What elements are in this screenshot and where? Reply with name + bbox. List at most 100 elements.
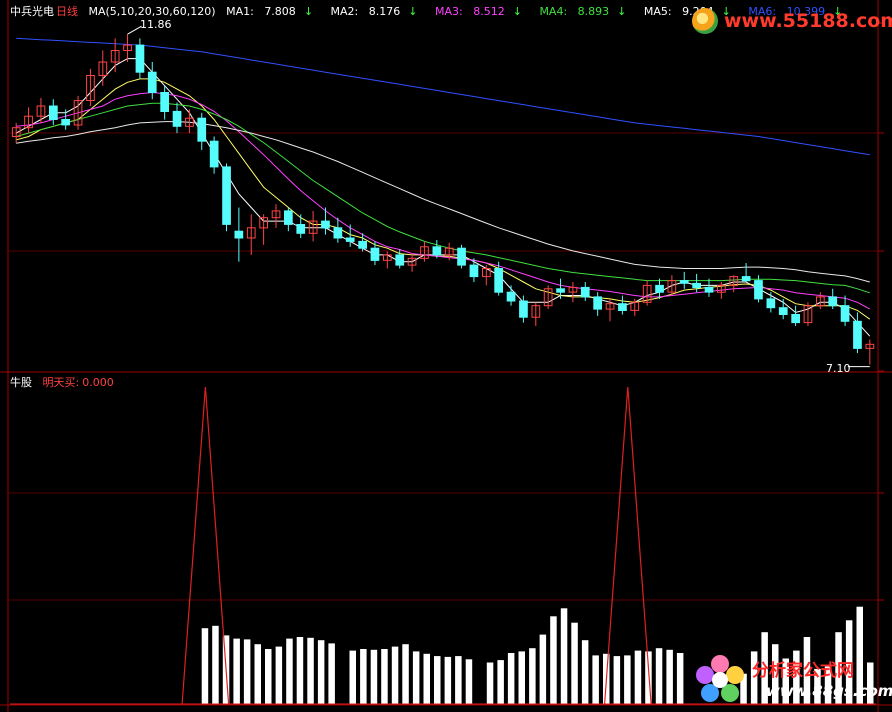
- candlestick-series: [11, 34, 875, 365]
- indicator-bar: [634, 650, 642, 704]
- ma3-value: 8.512: [473, 5, 505, 18]
- down-arrow-icon: ↓: [617, 5, 627, 18]
- candle: [308, 210, 318, 242]
- candle-body: [655, 284, 664, 293]
- indicator-bar: [254, 644, 261, 704]
- candle-body: [704, 286, 714, 293]
- candle: [73, 95, 83, 130]
- candle-body: [209, 140, 219, 168]
- candle: [853, 312, 862, 354]
- ma2-line: [16, 78, 871, 320]
- indicator-bar: [412, 651, 420, 704]
- indicator-bar: [243, 639, 251, 704]
- down-arrow-icon: ↓: [512, 5, 522, 18]
- candle-body: [556, 288, 565, 293]
- candle: [370, 241, 380, 266]
- ma1-readout: MA1: 7.808 ↓: [226, 5, 320, 18]
- candle: [36, 97, 46, 123]
- candle: [160, 85, 170, 120]
- candle-body: [395, 254, 405, 266]
- period-label[interactable]: 日线: [56, 5, 78, 18]
- indicator-bar: [560, 608, 568, 704]
- candle-body: [370, 247, 380, 261]
- watermark-top: www.55188.com: [690, 6, 892, 38]
- watermark-bottom-cn: 分析家公式网: [752, 661, 854, 681]
- candle-body: [333, 227, 343, 239]
- ma1-line: [15, 58, 871, 337]
- candle-body: [766, 298, 776, 309]
- indicator-bar: [465, 659, 473, 704]
- candle: [704, 278, 714, 297]
- candle: [568, 282, 578, 303]
- candle: [407, 253, 417, 272]
- ma3-readout: MA3: 8.512 ↓: [435, 5, 529, 18]
- ma1-value: 7.808: [264, 5, 296, 18]
- candle-body: [49, 105, 58, 120]
- indicator-bar: [486, 662, 494, 704]
- candle: [803, 302, 813, 326]
- candle: [123, 34, 132, 62]
- ma4-label: MA4:: [539, 5, 568, 18]
- indicator-bar: [550, 616, 557, 704]
- indicator-bar: [571, 622, 578, 704]
- candle-body: [519, 300, 528, 318]
- indicator-bar: [423, 653, 430, 704]
- candle: [172, 102, 182, 134]
- ma2-value: 8.176: [368, 5, 401, 18]
- candle-body: [506, 291, 516, 302]
- indicator-bar: [676, 653, 684, 704]
- candle-body: [469, 264, 479, 278]
- indicator-bar: [286, 638, 293, 704]
- chart-frame: [0, 0, 892, 712]
- candle-body: [321, 220, 330, 229]
- candle-body: [432, 246, 442, 256]
- candle: [605, 298, 615, 322]
- candle: [271, 204, 281, 228]
- indicator-bar: [212, 625, 219, 704]
- candle-body: [358, 240, 367, 249]
- candle: [135, 38, 145, 79]
- indicator-name[interactable]: 牛股: [10, 376, 32, 389]
- candle-body: [741, 276, 751, 282]
- candle: [321, 207, 330, 235]
- candle: [741, 263, 751, 282]
- candle: [482, 265, 491, 286]
- candle-body: [61, 119, 70, 126]
- indicator-bar: [265, 649, 272, 704]
- indicator-bar: [592, 655, 599, 704]
- candle: [98, 50, 108, 86]
- down-arrow-icon: ↓: [303, 5, 314, 18]
- candle: [209, 136, 219, 174]
- candle: [580, 282, 590, 301]
- candle: [791, 305, 800, 326]
- flower-logo-icon: [696, 655, 744, 702]
- site-logo-icon: [692, 8, 718, 34]
- candle: [24, 107, 33, 134]
- candle-body: [160, 92, 170, 112]
- candle: [284, 207, 293, 232]
- indicator-bar: [307, 637, 314, 704]
- candle: [865, 339, 875, 365]
- stock-name: 中兵光电: [10, 5, 54, 18]
- candle: [383, 251, 392, 269]
- indicator-bar: [518, 651, 525, 704]
- indicator-bar: [296, 637, 304, 704]
- candle: [531, 302, 541, 326]
- candle: [840, 295, 850, 326]
- watermark-bottom: 分析家公式网 www.88gs.com: [694, 652, 892, 708]
- indicator-bar: [402, 644, 409, 704]
- ma3-label: MA3:: [434, 5, 463, 18]
- candle-body: [791, 314, 800, 324]
- candle: [49, 99, 58, 125]
- ma5-line: [16, 121, 870, 283]
- candle: [816, 292, 825, 310]
- candle: [828, 288, 838, 310]
- ma4-readout: MA4: 8.893 ↓: [539, 5, 633, 18]
- indicator-bar: [539, 634, 547, 704]
- candle-body: [296, 224, 306, 234]
- indicator-bar: [655, 648, 663, 704]
- watermark-top-text: www.55188.com: [724, 10, 892, 32]
- candle-body: [284, 210, 293, 225]
- candle: [642, 280, 652, 306]
- candle: [729, 275, 739, 293]
